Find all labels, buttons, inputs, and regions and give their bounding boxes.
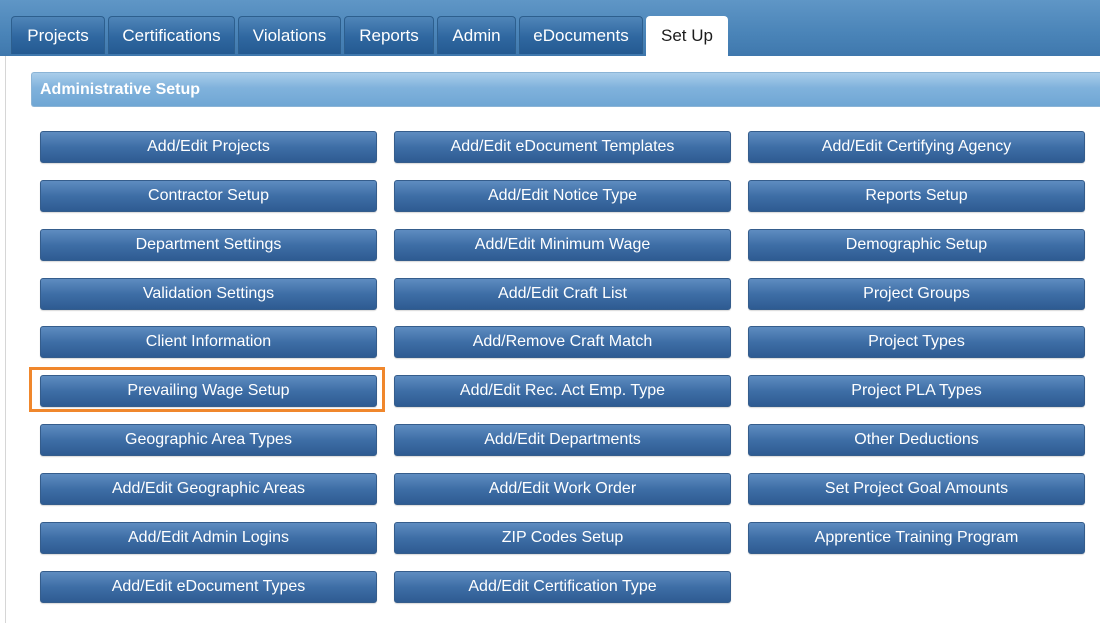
tab-reports[interactable]: Reports xyxy=(344,16,434,54)
button-add-edit-geographic-areas[interactable]: Add/Edit Geographic Areas xyxy=(40,473,377,505)
button-contractor-setup[interactable]: Contractor Setup xyxy=(40,180,377,212)
button-add-edit-edocument-types[interactable]: Add/Edit eDocument Types xyxy=(40,571,377,603)
button-zip-codes-setup[interactable]: ZIP Codes Setup xyxy=(394,522,731,554)
button-reports-setup[interactable]: Reports Setup xyxy=(748,180,1085,212)
tab-edocuments[interactable]: eDocuments xyxy=(519,16,643,54)
button-add-edit-rec-act-emp-type[interactable]: Add/Edit Rec. Act Emp. Type xyxy=(394,375,731,407)
tab-projects[interactable]: Projects xyxy=(11,16,105,54)
button-add-edit-minimum-wage[interactable]: Add/Edit Minimum Wage xyxy=(394,229,731,261)
button-add-edit-notice-type[interactable]: Add/Edit Notice Type xyxy=(394,180,731,212)
button-add-edit-work-order[interactable]: Add/Edit Work Order xyxy=(394,473,731,505)
button-department-settings[interactable]: Department Settings xyxy=(40,229,377,261)
button-add-remove-craft-match[interactable]: Add/Remove Craft Match xyxy=(394,326,731,358)
button-client-information[interactable]: Client Information xyxy=(40,326,377,358)
button-add-edit-certifying-agency[interactable]: Add/Edit Certifying Agency xyxy=(748,131,1085,163)
button-add-edit-craft-list[interactable]: Add/Edit Craft List xyxy=(394,278,731,310)
button-add-edit-departments[interactable]: Add/Edit Departments xyxy=(394,424,731,456)
button-prevailing-wage-setup[interactable]: Prevailing Wage Setup xyxy=(40,375,377,407)
button-other-deductions[interactable]: Other Deductions xyxy=(748,424,1085,456)
button-apprentice-training-program[interactable]: Apprentice Training Program xyxy=(748,522,1085,554)
button-demographic-setup[interactable]: Demographic Setup xyxy=(748,229,1085,261)
button-project-groups[interactable]: Project Groups xyxy=(748,278,1085,310)
button-add-edit-admin-logins[interactable]: Add/Edit Admin Logins xyxy=(40,522,377,554)
tab-violations[interactable]: Violations xyxy=(238,16,341,54)
button-project-pla-types[interactable]: Project PLA Types xyxy=(748,375,1085,407)
button-add-edit-certification-type[interactable]: Add/Edit Certification Type xyxy=(394,571,731,603)
button-add-edit-projects[interactable]: Add/Edit Projects xyxy=(40,131,377,163)
button-project-types[interactable]: Project Types xyxy=(748,326,1085,358)
button-geographic-area-types[interactable]: Geographic Area Types xyxy=(40,424,377,456)
button-add-edit-edocument-templates[interactable]: Add/Edit eDocument Templates xyxy=(394,131,731,163)
top-navigation-bar: Projects Certifications Violations Repor… xyxy=(0,0,1100,56)
button-validation-settings[interactable]: Validation Settings xyxy=(40,278,377,310)
tab-set-up[interactable]: Set Up xyxy=(646,16,728,56)
tab-admin[interactable]: Admin xyxy=(437,16,516,54)
section-header-administrative-setup: Administrative Setup xyxy=(31,72,1100,107)
button-set-project-goal-amounts[interactable]: Set Project Goal Amounts xyxy=(748,473,1085,505)
tab-certifications[interactable]: Certifications xyxy=(108,16,235,54)
